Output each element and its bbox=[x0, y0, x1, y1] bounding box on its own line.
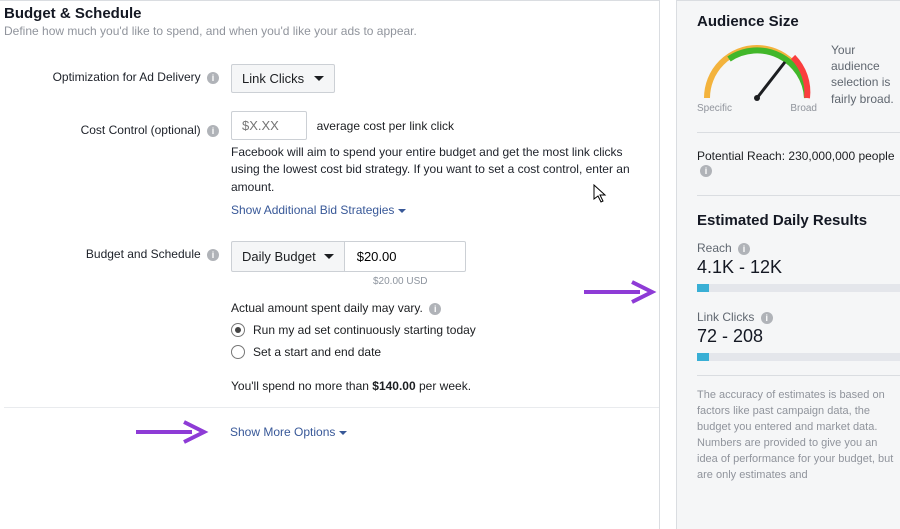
budget-type-dropdown[interactable]: Daily Budget bbox=[231, 241, 345, 272]
info-icon[interactable]: i bbox=[207, 249, 219, 261]
chevron-down-icon bbox=[314, 76, 324, 81]
link-clicks-value: 72 - 208 bbox=[697, 326, 900, 347]
chevron-down-icon bbox=[398, 209, 406, 213]
audience-verdict: Your audience selection is fairly broad. bbox=[831, 42, 900, 107]
cost-control-description: Facebook will aim to spend your entire b… bbox=[231, 144, 631, 196]
radio-icon bbox=[231, 345, 245, 359]
annotation-arrow-icon bbox=[582, 278, 664, 306]
info-icon[interactable]: i bbox=[761, 312, 773, 324]
cost-control-input[interactable] bbox=[240, 117, 294, 134]
schedule-option-start-end[interactable]: Set a start and end date bbox=[231, 345, 659, 359]
page-title: Budget & Schedule bbox=[4, 5, 659, 22]
chevron-down-icon bbox=[339, 431, 347, 435]
budget-schedule-label: Budget and Schedule i bbox=[4, 241, 231, 393]
chevron-down-icon bbox=[324, 254, 334, 259]
optimization-dropdown[interactable]: Link Clicks bbox=[231, 64, 335, 93]
estimate-footer: The accuracy of estimates is based on fa… bbox=[697, 375, 900, 484]
optimization-label: Optimization for Ad Delivery i bbox=[4, 64, 231, 93]
info-icon[interactable]: i bbox=[738, 243, 750, 255]
info-icon[interactable]: i bbox=[207, 72, 219, 84]
audience-gauge: Specific Broad bbox=[697, 42, 817, 114]
mouse-cursor-icon bbox=[593, 184, 607, 207]
potential-reach: Potential Reach: 230,000,000 people i bbox=[697, 149, 900, 177]
radio-icon bbox=[231, 323, 245, 337]
link-clicks-bar bbox=[697, 353, 900, 361]
cost-control-label: Cost Control (optional) i bbox=[4, 117, 231, 217]
info-icon[interactable]: i bbox=[429, 303, 441, 315]
cost-control-suffix: average cost per link click bbox=[317, 119, 454, 133]
show-more-options-link[interactable]: Show More Options bbox=[230, 425, 347, 439]
estimated-results-title: Estimated Daily Results bbox=[697, 212, 900, 229]
show-bid-strategies-link[interactable]: Show Additional Bid Strategies bbox=[231, 203, 406, 217]
audience-size-title: Audience Size bbox=[697, 13, 900, 30]
reach-bar bbox=[697, 284, 900, 292]
link-clicks-label: Link Clicks bbox=[697, 310, 754, 324]
budget-amount-input[interactable] bbox=[355, 248, 449, 265]
cost-control-input-wrap bbox=[231, 111, 307, 140]
reach-label: Reach bbox=[697, 241, 732, 255]
page-subtitle: Define how much you'd like to spend, and… bbox=[4, 24, 659, 38]
annotation-arrow-icon bbox=[134, 418, 216, 446]
info-icon[interactable]: i bbox=[207, 125, 219, 137]
reach-value: 4.1K - 12K bbox=[697, 257, 900, 278]
weekly-spend-note: You'll spend no more than $140.00 per we… bbox=[231, 379, 659, 393]
info-icon[interactable]: i bbox=[700, 165, 712, 177]
budget-vary-note: Actual amount spent daily may vary. bbox=[231, 301, 423, 315]
schedule-option-continuous[interactable]: Run my ad set continuously starting toda… bbox=[231, 323, 659, 337]
